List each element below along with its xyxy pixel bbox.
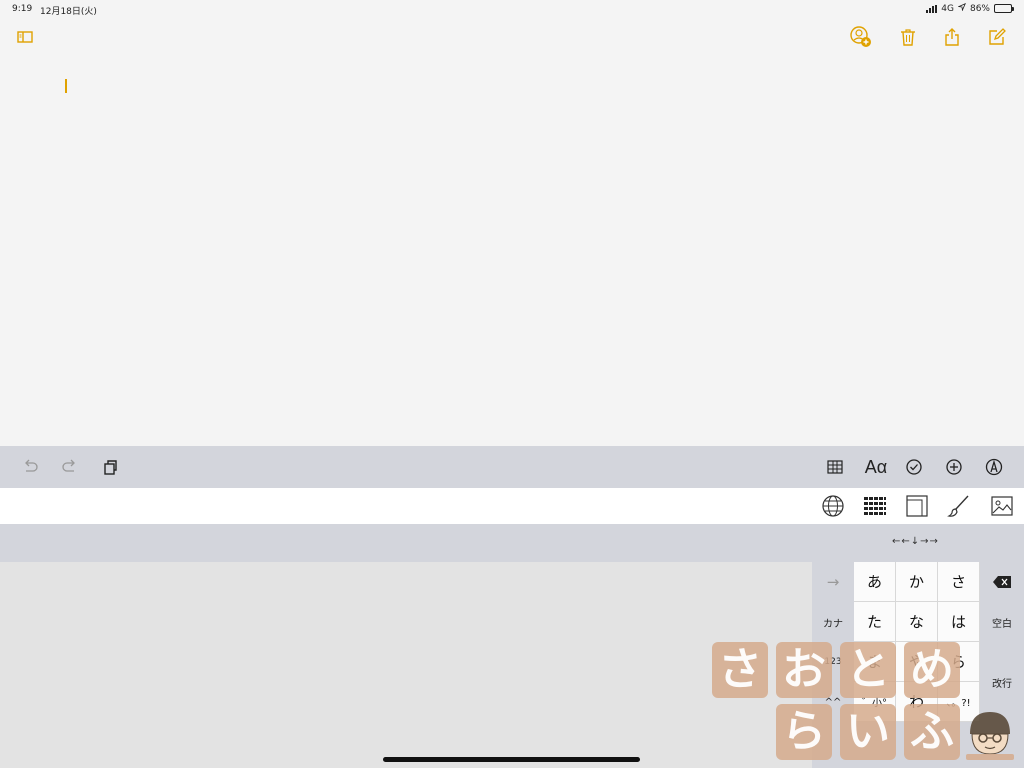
add-icon xyxy=(946,459,962,475)
photo-icon xyxy=(991,496,1013,516)
compose-icon xyxy=(989,28,1006,45)
note-toolbar xyxy=(0,22,1024,52)
scan-button[interactable] xyxy=(904,493,930,519)
markup-button[interactable] xyxy=(982,455,1006,479)
keypad-grid-icon xyxy=(864,497,886,515)
home-indicator[interactable] xyxy=(383,757,640,762)
text-cursor xyxy=(65,79,67,93)
watermark-char: お xyxy=(776,642,832,698)
watermark-char: ふ xyxy=(904,704,960,760)
table-icon xyxy=(827,460,843,474)
key-ka[interactable]: か xyxy=(896,562,938,602)
keyboard-shortcut-row xyxy=(0,488,1024,524)
flick-arrow-hint: ←←↓→→ xyxy=(892,536,939,547)
key-na[interactable]: な xyxy=(896,602,938,642)
watermark-logo: さ お と め ら い ふ xyxy=(710,642,1020,764)
brush-button[interactable] xyxy=(946,493,972,519)
key-sa[interactable]: さ xyxy=(938,562,980,602)
globe-button[interactable] xyxy=(820,493,846,519)
undo-button[interactable] xyxy=(18,455,42,479)
location-arrow-icon xyxy=(957,3,966,14)
candidate-bar: ←←↓→→ xyxy=(0,524,1024,562)
compose-button[interactable] xyxy=(984,24,1010,50)
add-person-icon xyxy=(850,26,871,47)
watermark-char: ら xyxy=(776,704,832,760)
paste-icon xyxy=(104,460,117,475)
brush-icon xyxy=(947,495,969,517)
checklist-button[interactable] xyxy=(902,455,926,479)
network-label: 4G xyxy=(941,3,954,14)
markup-icon xyxy=(985,458,1003,476)
watermark-char: さ xyxy=(712,642,768,698)
key-next-arrow[interactable]: → xyxy=(812,562,854,602)
key-ta[interactable]: た xyxy=(854,602,896,642)
checklist-icon xyxy=(906,459,922,475)
delete-button[interactable] xyxy=(895,24,921,50)
text-style-icon: Aα xyxy=(864,456,888,477)
photo-button[interactable] xyxy=(989,493,1015,519)
note-editor[interactable] xyxy=(0,55,1024,445)
redo-button[interactable] xyxy=(58,455,82,479)
share-button[interactable] xyxy=(939,24,965,50)
battery-icon xyxy=(994,4,1014,13)
status-indicators: 4G 86% xyxy=(926,3,1014,14)
trash-icon xyxy=(901,29,915,46)
format-toolbar: Aα xyxy=(0,446,1024,488)
add-person-button[interactable] xyxy=(848,24,874,50)
delete-icon xyxy=(993,576,1011,588)
status-time: 9:19 xyxy=(12,4,33,14)
key-kana[interactable]: カナ xyxy=(812,602,854,642)
undo-icon xyxy=(25,459,38,472)
key-space[interactable]: 空白 xyxy=(980,602,1024,642)
sidebar-toggle-icon xyxy=(17,31,33,43)
sidebar-toggle-button[interactable] xyxy=(12,24,38,50)
keypad-grid-button[interactable] xyxy=(862,493,888,519)
mascot-face-icon xyxy=(966,712,1014,760)
table-button[interactable] xyxy=(823,455,847,479)
battery-percent: 86% xyxy=(969,3,990,14)
watermark-char: い xyxy=(840,704,896,760)
status-date: 12月18日(火) xyxy=(40,7,97,17)
watermark-char: と xyxy=(840,642,896,698)
scan-icon xyxy=(906,495,928,517)
add-button[interactable] xyxy=(942,455,966,479)
paste-button[interactable] xyxy=(98,455,122,479)
status-bar: 9:19 12月18日(火) 4G 86% xyxy=(0,0,1024,18)
share-icon xyxy=(945,28,959,46)
key-ha[interactable]: は xyxy=(938,602,980,642)
redo-icon xyxy=(62,459,75,472)
key-a[interactable]: あ xyxy=(854,562,896,602)
globe-icon xyxy=(822,495,844,517)
key-delete[interactable]: ⌫ xyxy=(980,562,1024,602)
watermark-char: め xyxy=(904,642,960,698)
cellular-signal-icon xyxy=(926,4,938,13)
text-style-button[interactable]: Aα xyxy=(862,455,890,479)
